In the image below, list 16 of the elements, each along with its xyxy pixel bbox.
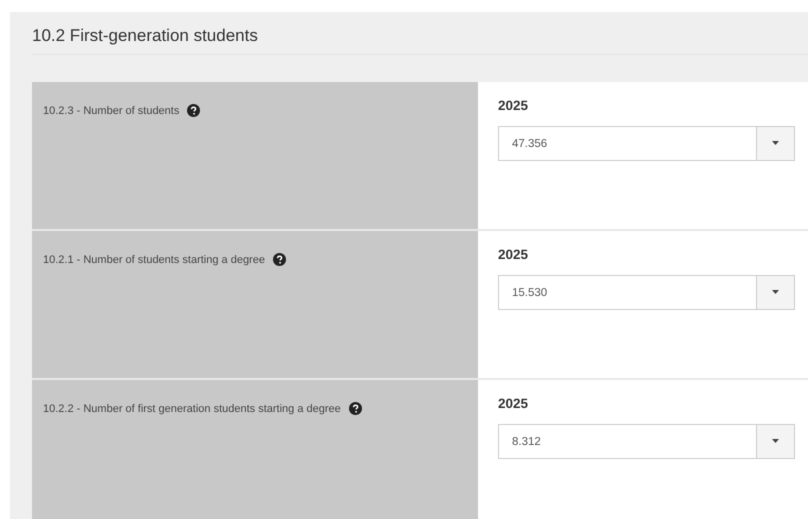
question-label: 10.2.3 - Number of students — [43, 105, 180, 118]
value-dropdown[interactable]: 47.356 — [498, 126, 795, 161]
caret-icon — [772, 290, 779, 294]
question-label: 10.2.1 - Number of students starting a degree — [43, 254, 265, 266]
help-icon[interactable] — [187, 104, 200, 118]
year-label: 2025 — [498, 246, 530, 264]
caret-icon — [772, 141, 779, 146]
question-label: 10.2.2 - Number of first generation students starting a degree — [43, 403, 341, 416]
caret-icon — [772, 439, 779, 444]
value-dropdown[interactable]: 8.312 — [498, 424, 795, 459]
year-label: 2025 — [498, 97, 530, 116]
year-label: 2025 — [498, 395, 530, 414]
help-icon[interactable] — [348, 402, 362, 416]
section-title: 10.2 First-generation students — [32, 26, 808, 56]
value-dropdown[interactable]: 15.530 — [498, 274, 795, 310]
help-icon[interactable] — [272, 253, 286, 266]
